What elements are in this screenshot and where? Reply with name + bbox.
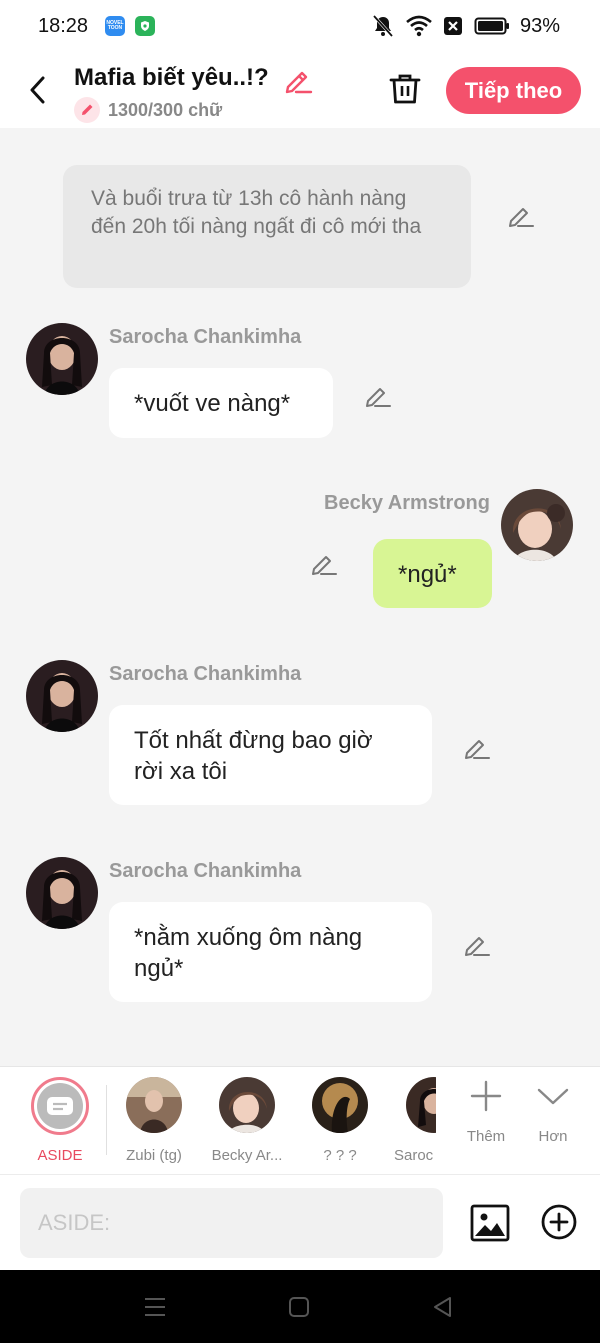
character-aside[interactable]: ASIDE (20, 1077, 100, 1164)
input-bar: ASIDE: (0, 1174, 600, 1270)
add-label: Thêm (466, 1128, 506, 1145)
plus-icon (470, 1080, 502, 1112)
character-selector: ASIDE Zubi (tg) Becky Ar... ? ? ? Saroc … (0, 1066, 600, 1174)
pencil-icon (74, 97, 100, 123)
character-label: ? ? ? (323, 1147, 357, 1164)
avatar-sarocha[interactable] (26, 323, 98, 395)
avatar-becky[interactable] (501, 489, 573, 561)
chevron-down-icon (537, 1088, 569, 1105)
edit-message-icon[interactable] (363, 380, 393, 410)
avatar-sarocha[interactable] (26, 857, 98, 929)
trash-icon (389, 74, 421, 104)
sender-name: Sarocha Chankimha (109, 326, 302, 348)
aside-message[interactable]: Và buổi trưa từ 13h cô hành nàng đến 20h… (63, 165, 471, 288)
edit-title-button[interactable] (282, 64, 314, 96)
chat-bubble-icon (37, 1083, 83, 1129)
avatar (219, 1077, 275, 1133)
chevron-left-icon (30, 76, 45, 104)
character-sarocha[interactable]: Saroc (380, 1077, 436, 1164)
wifi-icon (406, 15, 432, 37)
header: Mafia biết yêu..!? 1300/300 chữ Tiếp the… (0, 52, 600, 128)
sender-name: Sarocha Chankimha (109, 860, 302, 882)
divider (106, 1085, 107, 1155)
edit-message-icon[interactable] (309, 548, 339, 578)
sender-name: Becky Armstrong (324, 492, 490, 514)
pencil-icon (285, 71, 313, 94)
character-label: Becky Ar... (211, 1147, 283, 1164)
no-sim-icon (443, 17, 462, 35)
insert-image-button[interactable] (470, 1203, 510, 1243)
battery-icon (474, 17, 509, 35)
character-label: Saroc (394, 1147, 434, 1164)
message-bubble[interactable]: *nằm xuống ôm nàng ngủ* (109, 902, 432, 1002)
more-label: Hơn (538, 1128, 568, 1145)
character-unknown[interactable]: ? ? ? (300, 1077, 380, 1164)
status-time: 18:28 (38, 15, 89, 37)
menu-nav-button[interactable] (142, 1294, 168, 1320)
message-bubble[interactable]: *vuốt ve nàng* (109, 368, 333, 438)
status-bar: 18:28 NOVEL TOON 93% (0, 0, 600, 52)
plus-circle-icon (541, 1204, 577, 1240)
word-count-row: 1300/300 chữ (74, 97, 222, 123)
home-square-icon (289, 1297, 309, 1317)
mute-bell-icon (372, 14, 394, 38)
delete-button[interactable] (386, 70, 424, 108)
shield-app-icon (135, 16, 155, 36)
character-label: Zubi (tg) (126, 1147, 182, 1164)
add-button[interactable] (540, 1203, 578, 1241)
more-button[interactable]: Hơn (523, 1079, 583, 1145)
add-character-button[interactable]: Thêm (456, 1079, 516, 1145)
character-becky[interactable]: Becky Ar... (207, 1077, 287, 1164)
back-nav-button[interactable] (430, 1294, 456, 1320)
edit-message-icon[interactable] (462, 929, 492, 959)
edit-message-icon[interactable] (506, 200, 536, 230)
status-icons: 93% (370, 14, 560, 38)
battery-percent: 93% (519, 14, 560, 37)
edit-message-icon[interactable] (462, 732, 492, 762)
back-button[interactable] (22, 72, 52, 108)
message-bubble[interactable]: *ngủ* (373, 539, 492, 608)
character-zubi[interactable]: Zubi (tg) (114, 1077, 194, 1164)
image-icon (470, 1204, 510, 1242)
character-label: ASIDE (37, 1147, 83, 1164)
novel-app-icon: NOVEL TOON (105, 16, 125, 36)
menu-icon (145, 1298, 165, 1316)
message-bubble[interactable]: Tốt nhất đừng bao giờ rời xa tôi (109, 705, 432, 805)
system-nav-bar (0, 1270, 600, 1343)
sender-name: Sarocha Chankimha (109, 663, 302, 685)
next-button[interactable]: Tiếp theo (446, 67, 581, 114)
avatar (406, 1077, 436, 1133)
avatar-sarocha[interactable] (26, 660, 98, 732)
avatar (312, 1077, 368, 1133)
message-input[interactable]: ASIDE: (20, 1188, 443, 1258)
triangle-back-icon (434, 1297, 451, 1317)
story-title: Mafia biết yêu..!? (74, 64, 269, 91)
home-nav-button[interactable] (286, 1294, 312, 1320)
avatar (126, 1077, 182, 1133)
word-count: 1300/300 chữ (108, 99, 223, 120)
